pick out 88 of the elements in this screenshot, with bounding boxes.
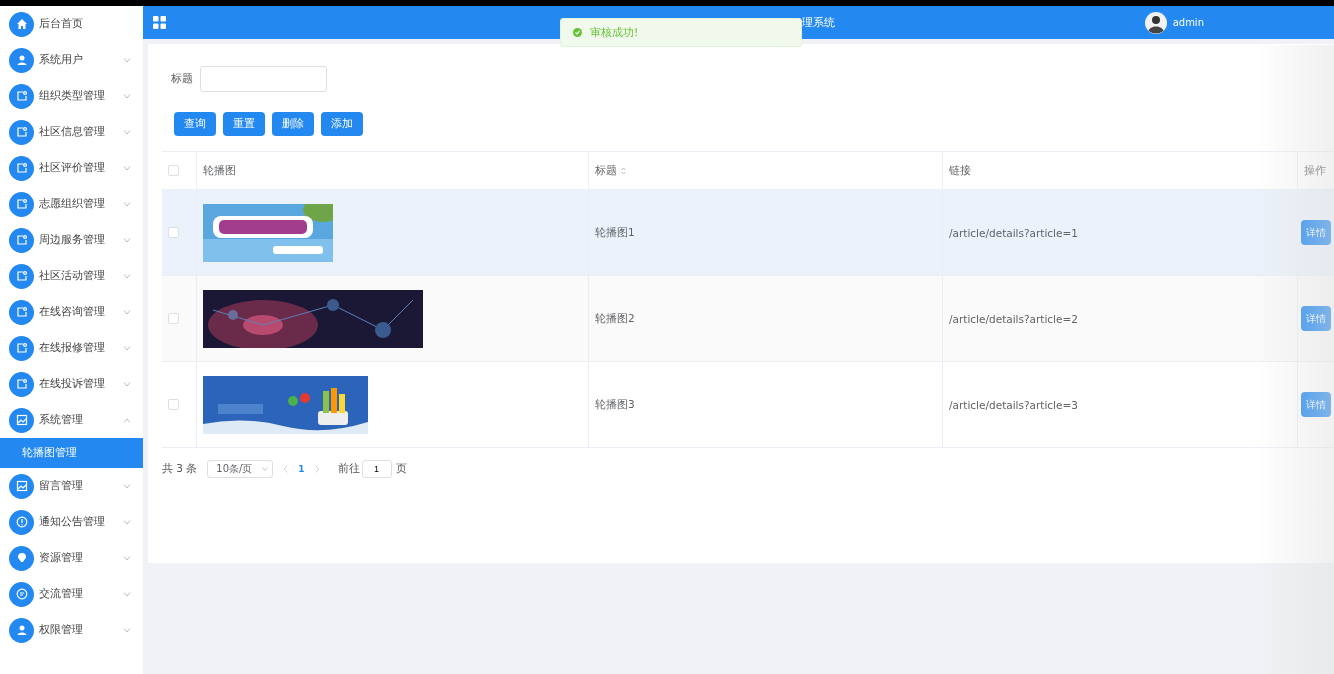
submenu-item[interactable]: 轮播图管理 bbox=[0, 438, 143, 468]
menu-item[interactable]: 周边服务管理 bbox=[0, 222, 143, 258]
document-icon bbox=[15, 234, 28, 246]
menu-label: 留言管理 bbox=[39, 479, 84, 493]
user-name[interactable]: admin bbox=[1172, 17, 1204, 28]
grid-icon[interactable] bbox=[153, 16, 166, 29]
page-size-select[interactable]: 10条/页 bbox=[207, 460, 274, 478]
menu-item[interactable]: 通知公告管理 bbox=[0, 504, 143, 540]
total-count: 共 3 条 bbox=[162, 462, 198, 476]
menu-item[interactable]: 系统管理 bbox=[0, 402, 143, 438]
table-cell: 轮播图3 bbox=[595, 397, 635, 412]
check-circle-icon bbox=[573, 28, 582, 37]
action-button[interactable]: 查询 bbox=[174, 112, 216, 136]
menu-label: 在线投诉管理 bbox=[39, 377, 106, 391]
column-header: 操作 bbox=[1304, 163, 1326, 178]
menu-item[interactable]: 交流管理 bbox=[0, 576, 143, 612]
chat-icon bbox=[15, 588, 28, 600]
chevron-icon bbox=[262, 467, 269, 471]
select-all-checkbox[interactable] bbox=[168, 165, 179, 176]
menu-item[interactable]: 权限管理 bbox=[0, 612, 143, 648]
column-header: 轮播图 bbox=[203, 163, 236, 178]
document-icon bbox=[15, 162, 28, 174]
menu-item[interactable]: 志愿组织管理 bbox=[0, 186, 143, 222]
toast-message: 审核成功! bbox=[590, 25, 639, 40]
image-icon bbox=[15, 414, 28, 426]
menu-item[interactable]: 组织类型管理 bbox=[0, 78, 143, 114]
document-icon bbox=[15, 126, 28, 138]
menu-label: 社区信息管理 bbox=[39, 125, 106, 139]
menu-label: 社区活动管理 bbox=[39, 269, 106, 283]
user-icon bbox=[15, 624, 28, 636]
action-button[interactable]: 添加 bbox=[321, 112, 363, 136]
menu-label: 通知公告管理 bbox=[39, 515, 106, 529]
menu-item[interactable]: 在线投诉管理 bbox=[0, 366, 143, 402]
document-icon bbox=[15, 306, 28, 318]
row-checkbox[interactable] bbox=[168, 313, 179, 324]
menu-label: 交流管理 bbox=[39, 587, 84, 601]
menu-label: 在线咨询管理 bbox=[39, 305, 106, 319]
column-header: 标题 bbox=[595, 163, 617, 178]
document-icon bbox=[15, 270, 28, 282]
document-icon bbox=[15, 90, 28, 102]
table-cell: /article/details?article=3 bbox=[949, 398, 1078, 411]
menu-label: 后台首页 bbox=[39, 17, 84, 31]
menu-item[interactable]: 社区活动管理 bbox=[0, 258, 143, 294]
menu-label: 系统用户 bbox=[39, 53, 84, 67]
menu-item[interactable]: 社区评价管理 bbox=[0, 150, 143, 186]
page-suffix: 页 bbox=[395, 462, 407, 476]
table-cell: /article/details?article=1 bbox=[949, 226, 1078, 239]
menu-label: 周边服务管理 bbox=[39, 233, 106, 247]
menu-item[interactable]: 资源管理 bbox=[0, 540, 143, 576]
document-icon bbox=[15, 378, 28, 390]
row-checkbox[interactable] bbox=[168, 227, 179, 238]
field-label: 标题 bbox=[171, 72, 193, 86]
home-icon bbox=[15, 18, 28, 30]
sort-icon[interactable] bbox=[621, 166, 626, 175]
page-number[interactable]: 1 bbox=[298, 464, 305, 474]
image-icon bbox=[15, 480, 28, 492]
document-icon bbox=[15, 342, 28, 354]
action-button[interactable]: 重置 bbox=[223, 112, 265, 136]
menu-label: 在线报修管理 bbox=[39, 341, 106, 355]
menu-label: 系统管理 bbox=[39, 413, 84, 427]
page-input[interactable]: 1 bbox=[361, 460, 392, 478]
prev-page-icon[interactable] bbox=[283, 465, 289, 473]
menu-label: 权限管理 bbox=[39, 623, 84, 637]
info-icon bbox=[15, 516, 28, 528]
menu-item[interactable]: 社区信息管理 bbox=[0, 114, 143, 150]
action-button[interactable]: 删除 bbox=[272, 112, 314, 136]
title-input[interactable] bbox=[200, 66, 327, 92]
app-title: 理系统 bbox=[801, 15, 835, 30]
menu-item[interactable]: 系统用户 bbox=[0, 42, 143, 78]
menu-label: 志愿组织管理 bbox=[39, 197, 106, 211]
user-icon bbox=[15, 54, 28, 66]
goto-label: 前往 bbox=[337, 462, 360, 476]
bulb-icon bbox=[15, 552, 28, 564]
menu-item[interactable]: 留言管理 bbox=[0, 468, 143, 504]
menu-label: 资源管理 bbox=[39, 551, 84, 565]
document-icon bbox=[15, 198, 28, 210]
table-cell: 轮播图2 bbox=[595, 311, 635, 326]
table-cell: /article/details?article=2 bbox=[949, 312, 1078, 325]
row-checkbox[interactable] bbox=[168, 399, 179, 410]
menu-label: 组织类型管理 bbox=[39, 89, 106, 103]
menu-item[interactable]: 在线报修管理 bbox=[0, 330, 143, 366]
menu-item[interactable]: 在线咨询管理 bbox=[0, 294, 143, 330]
avatar-icon[interactable] bbox=[1144, 11, 1167, 34]
menu-label: 社区评价管理 bbox=[39, 161, 106, 175]
table-cell: 轮播图1 bbox=[595, 225, 635, 240]
column-header: 链接 bbox=[949, 163, 971, 178]
menu-item[interactable]: 后台首页 bbox=[0, 6, 143, 42]
next-page-icon[interactable] bbox=[314, 465, 320, 473]
